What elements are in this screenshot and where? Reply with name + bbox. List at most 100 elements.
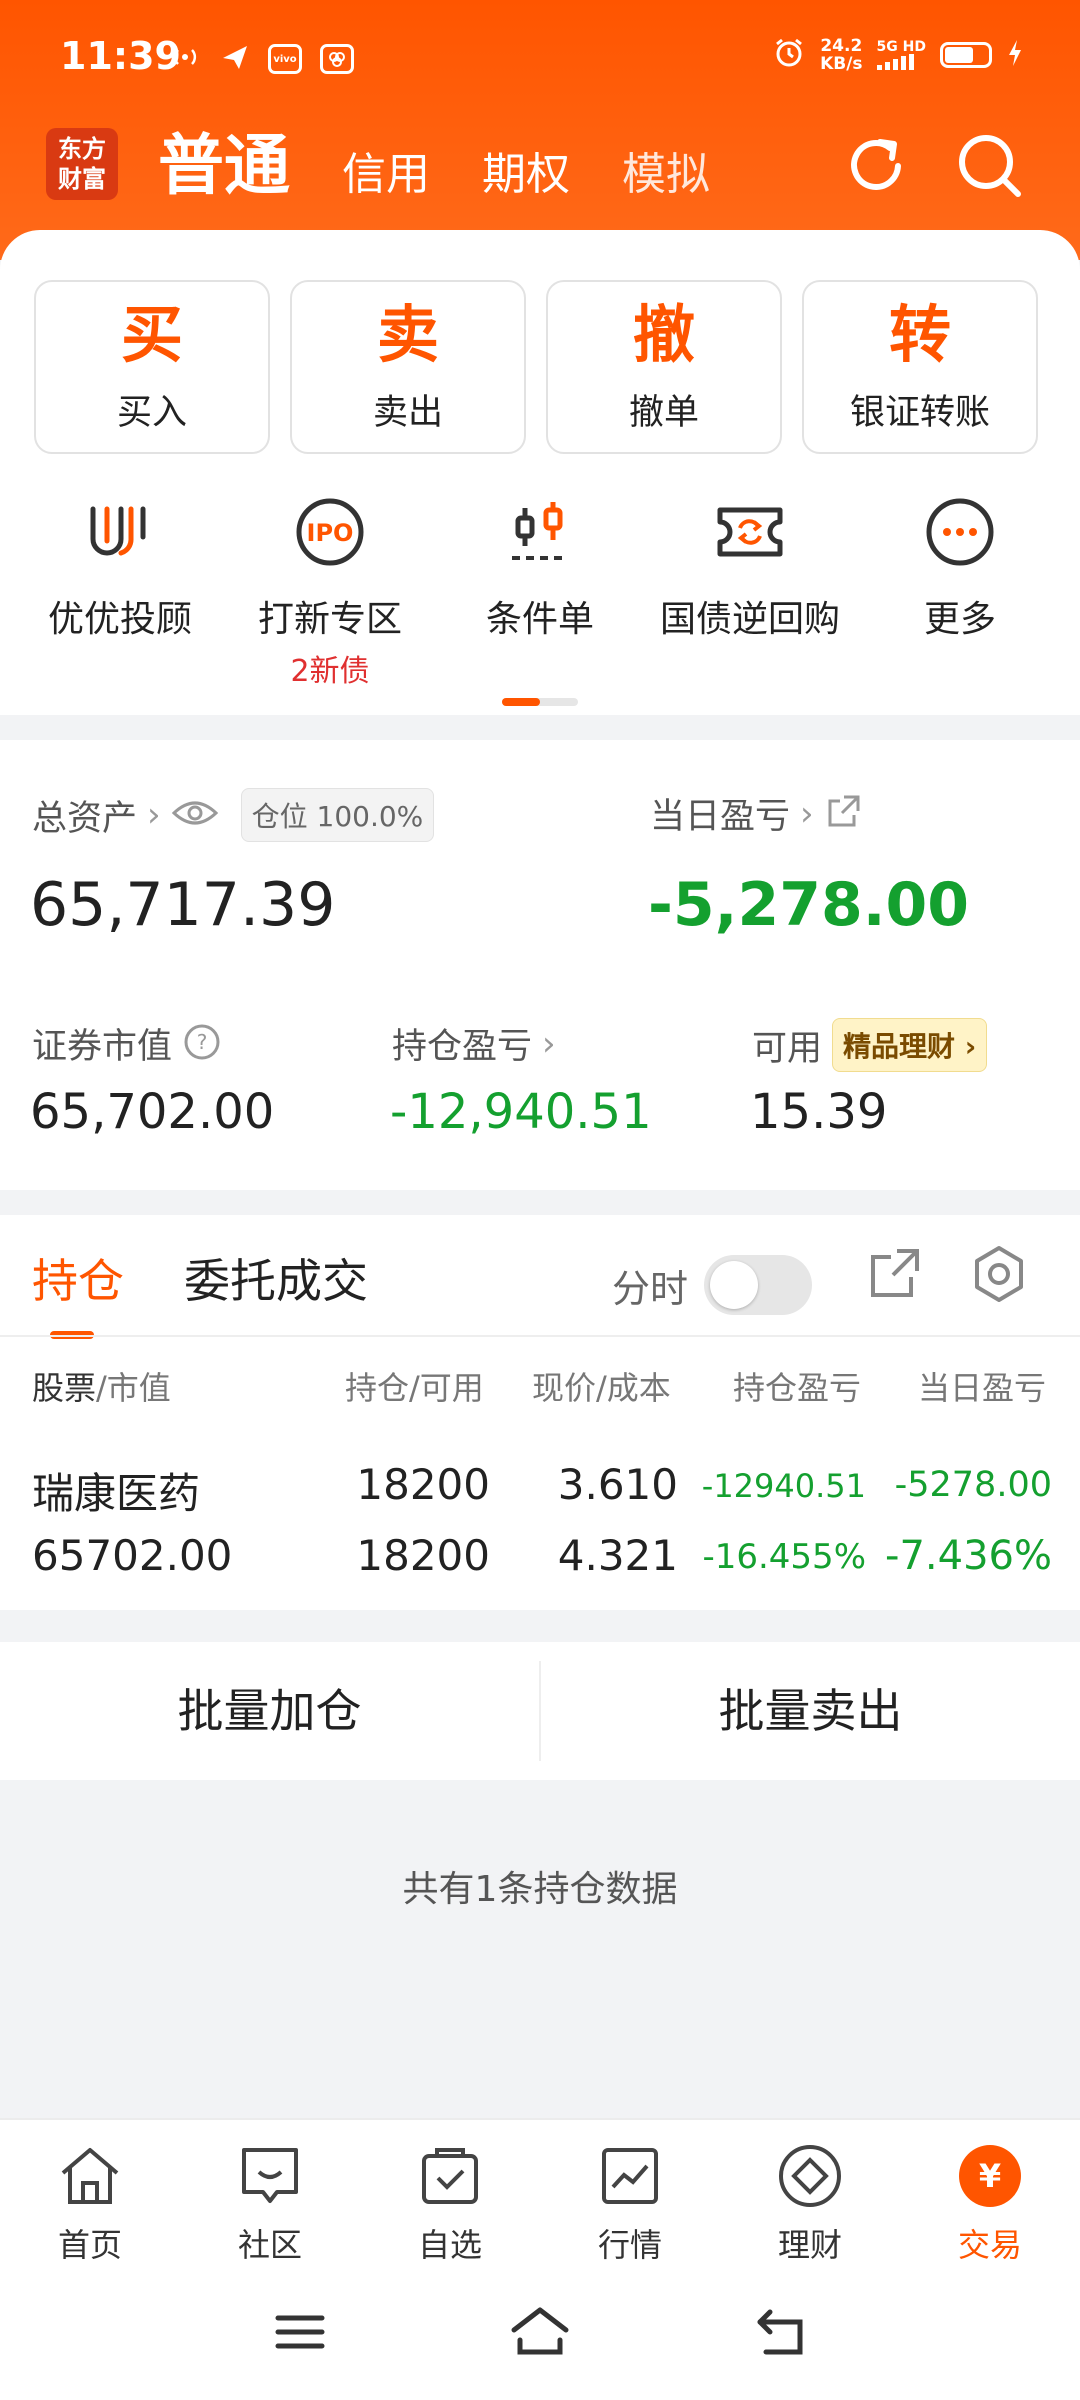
service-conditional-order[interactable]: 条件单 (435, 492, 645, 690)
batch-actions: 批量加仓 批量卖出 (0, 1642, 1080, 1780)
eye-icon[interactable] (171, 797, 219, 833)
home-icon (0, 2140, 180, 2212)
chevron-right-icon: › (800, 793, 814, 834)
available-qty: 18200 (356, 1531, 490, 1580)
send-icon (220, 42, 250, 76)
cost-price: 4.321 (557, 1531, 678, 1580)
total-assets-label-row[interactable]: 总资产 › 仓位 100.0% (32, 788, 435, 842)
batch-sell-button[interactable]: 批量卖出 (541, 1642, 1080, 1780)
new-bond-badge: 2新债 (290, 654, 370, 689)
hold-pnl-value: -12,940.51 (390, 1084, 652, 1140)
signal: 5G HD (876, 40, 926, 70)
row-day-pnl: -5278.00 (894, 1465, 1052, 1505)
nav-community[interactable]: 社区 (180, 2120, 360, 2276)
ipo-icon: IPO (225, 492, 435, 572)
gear-icon[interactable] (968, 1243, 1030, 1309)
charging-icon (1006, 38, 1024, 72)
stock-market-value: 65702.00 (32, 1531, 233, 1580)
row-day-pnl-pct: -7.436% (885, 1533, 1052, 1579)
nav-wealth[interactable]: 理财 (720, 2120, 900, 2276)
row-hold-pnl: -12940.51 (701, 1467, 866, 1505)
status-time: 11:39 (60, 34, 181, 78)
cancel-order-button[interactable]: 撤 撤单 (546, 280, 782, 454)
available-value: 15.39 (750, 1084, 888, 1140)
total-assets-value: 65,717.39 (30, 870, 336, 940)
trade-panel: 买 买入 卖 卖出 撤 撤单 转 银证转账 优优投顾 IPO 打新专区 2新债 … (0, 230, 1080, 715)
menu-icon[interactable] (272, 2304, 328, 2364)
tab-options[interactable]: 期权 (482, 138, 570, 208)
positions-tabs: 持仓 委托成交 (32, 1245, 368, 1339)
market-value: 65,702.00 (30, 1084, 275, 1140)
status-bar: 11:39 vivo 24.2 KB/s 5G HD (0, 0, 1080, 118)
network-speed: 24.2 KB/s (820, 36, 863, 74)
search-icon[interactable] (950, 126, 1030, 206)
service-more[interactable]: 更多 (855, 492, 1065, 690)
alarm-icon (772, 36, 806, 74)
current-price: 3.610 (557, 1460, 678, 1509)
svg-text:?: ? (197, 1030, 208, 1054)
position-ratio-badge: 仓位 100.0% (240, 788, 435, 842)
svg-text:IPO: IPO (307, 519, 354, 547)
nav-watchlist[interactable]: 自选 (360, 2120, 540, 2276)
chevron-right-icon: › (147, 795, 161, 835)
service-youyou[interactable]: 优优投顾 (15, 492, 225, 690)
hold-qty: 18200 (356, 1460, 490, 1509)
buy-button[interactable]: 买 买入 (34, 280, 270, 454)
wealth-management-tag[interactable]: 精品理财 › (832, 1018, 988, 1072)
tab-normal[interactable]: 普通 (158, 112, 290, 208)
eastmoney-logo: 东方 财富 (46, 128, 118, 200)
sell-button[interactable]: 卖 卖出 (290, 280, 526, 454)
account-tabs: 普通 信用 期权 模拟 (158, 118, 762, 208)
market-value-label-row: 证券市值 ? (32, 1018, 222, 1069)
help-icon[interactable]: ? (182, 1022, 222, 1066)
vivo-icon: vivo (268, 44, 302, 74)
divider (0, 1335, 1080, 1337)
svg-text:¥: ¥ (979, 2157, 1001, 2195)
asset-summary: 总资产 › 仓位 100.0% 65,717.39 当日盈亏 › -5,278.… (0, 740, 1080, 1190)
market-icon (540, 2140, 720, 2212)
back-icon[interactable] (752, 2304, 812, 2364)
battery-icon (940, 42, 992, 68)
hold-pnl-label-row[interactable]: 持仓盈亏 › (392, 1018, 556, 1069)
watchlist-icon (360, 2140, 540, 2212)
tab-simulated[interactable]: 模拟 (622, 138, 710, 208)
share-icon[interactable] (824, 793, 862, 835)
candlestick-icon (435, 492, 645, 572)
available-label-row: 可用 精品理财 › (752, 1018, 988, 1072)
service-ipo[interactable]: IPO 打新专区 2新债 (225, 492, 435, 690)
refresh-icon[interactable] (836, 126, 916, 206)
row-hold-pnl-pct: -16.455% (702, 1537, 866, 1577)
chevron-right-icon: › (542, 1023, 556, 1064)
notification-icons: vivo (168, 42, 354, 76)
nav-market[interactable]: 行情 (540, 2120, 720, 2276)
header-day-pnl: 当日盈亏 (918, 1369, 1047, 1407)
nav-trade[interactable]: ¥ 交易 (900, 2120, 1080, 2276)
nav-home[interactable]: 首页 (0, 2120, 180, 2276)
tab-orders[interactable]: 委托成交 (184, 1245, 368, 1311)
intraday-toggle-row: 分时 (612, 1255, 813, 1315)
header-hold-pnl: 持仓盈亏 (733, 1369, 862, 1407)
service-reverse-repo[interactable]: 国债逆回购 (645, 492, 855, 690)
header-hold: 持仓/可用 (345, 1369, 484, 1407)
day-pnl-label-row[interactable]: 当日盈亏 › (650, 788, 862, 839)
share-icon[interactable] (865, 1245, 923, 1307)
trade-actions: 买 买入 卖 卖出 撤 撤单 转 银证转账 (34, 280, 1038, 454)
community-icon (180, 2140, 360, 2212)
repo-icon (645, 492, 855, 572)
batch-add-button[interactable]: 批量加仓 (0, 1642, 539, 1780)
header-stock: 股票/市值 (32, 1369, 171, 1407)
hotspot-icon (168, 42, 202, 76)
service-shortcuts: 优优投顾 IPO 打新专区 2新债 条件单 国债逆回购 更多 (0, 492, 1080, 690)
signal-bars-icon (876, 54, 926, 70)
system-nav-bar (0, 2274, 1080, 2400)
bank-transfer-button[interactable]: 转 银证转账 (802, 280, 1038, 454)
intraday-toggle[interactable] (704, 1255, 813, 1315)
header-price: 现价/成本 (532, 1369, 671, 1407)
system-home-icon[interactable] (508, 2304, 572, 2364)
holdings-count: 共有1条持仓数据 (402, 1869, 678, 1910)
app-bar: 东方 财富 普通 信用 期权 模拟 (0, 118, 1080, 228)
trade-icon: ¥ (900, 2140, 1080, 2212)
tab-holdings[interactable]: 持仓 (32, 1245, 124, 1339)
tab-credit[interactable]: 信用 (342, 138, 430, 208)
youyou-icon (15, 492, 225, 572)
